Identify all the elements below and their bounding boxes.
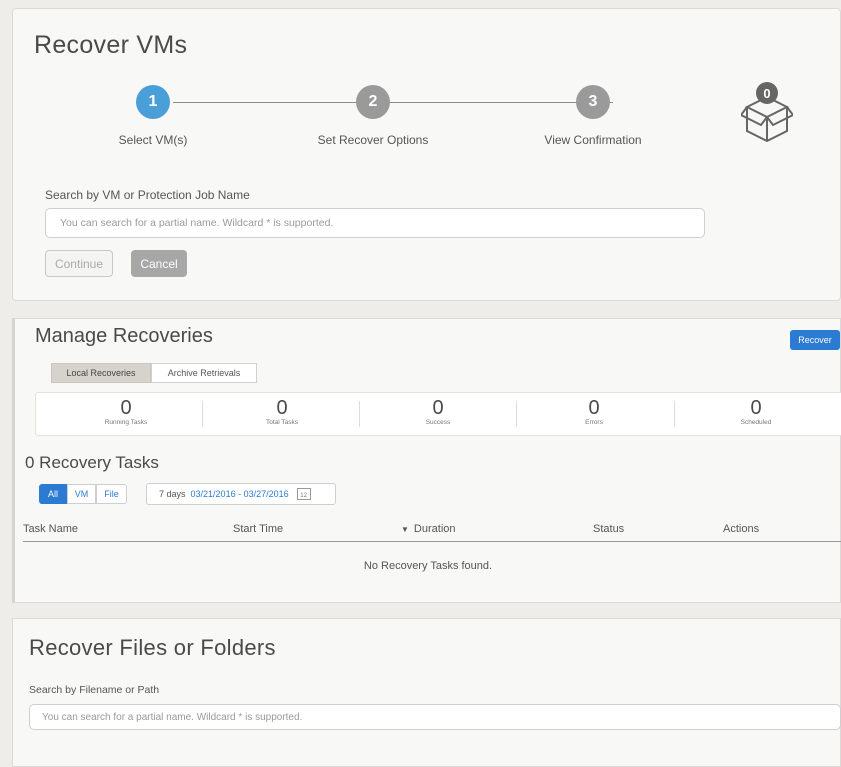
stat-scheduled: 0 Scheduled <box>740 397 772 426</box>
step-3-circle: 3 <box>576 85 610 119</box>
cancel-button[interactable]: Cancel <box>131 250 187 277</box>
stat-divider <box>359 401 360 427</box>
stat-errors: 0 Errors <box>585 397 603 426</box>
column-start-time[interactable]: Start Time <box>233 523 283 535</box>
search-files-input[interactable]: You can search for a partial name. Wildc… <box>29 704 841 730</box>
manage-recoveries-title: Manage Recoveries <box>35 325 213 347</box>
stat-divider <box>202 401 203 427</box>
stat-running-tasks: 0 Running Tasks <box>104 397 148 426</box>
recover-files-panel: Recover Files or Folders Search by Filen… <box>12 618 841 767</box>
step-3-label: View Confirmation <box>544 133 642 147</box>
filter-vm[interactable]: VM <box>67 484 96 504</box>
table-header-divider <box>23 541 841 542</box>
recovery-cart-icon[interactable]: 0 <box>739 79 795 151</box>
calendar-icon[interactable]: 12 <box>296 488 311 500</box>
column-duration[interactable]: ▼ Duration <box>401 523 456 535</box>
cart-count-badge: 0 <box>756 82 778 104</box>
search-vm-label: Search by VM or Protection Job Name <box>45 188 250 202</box>
date-range-value: 03/21/2016 - 03/27/2016 <box>190 489 289 499</box>
recovery-tasks-heading: 0 Recovery Tasks <box>25 453 159 472</box>
recover-vms-title: Recover VMs <box>34 31 188 59</box>
column-task-name[interactable]: Task Name <box>23 523 78 535</box>
column-actions: Actions <box>723 523 760 535</box>
filter-file[interactable]: File <box>96 484 127 504</box>
step-1-label: Select VM(s) <box>118 133 188 147</box>
date-range-days: 7 days <box>159 489 186 499</box>
recover-files-title: Recover Files or Folders <box>29 635 276 660</box>
continue-button[interactable]: Continue <box>45 250 113 277</box>
step-1-circle[interactable]: 1 <box>136 85 170 119</box>
filter-all[interactable]: All <box>39 484 67 504</box>
sort-desc-icon: ▼ <box>401 524 409 534</box>
empty-table-message: No Recovery Tasks found. <box>363 560 493 572</box>
stats-summary-bar: 0 Running Tasks 0 Total Tasks 0 Success … <box>35 392 841 436</box>
tab-local-recoveries[interactable]: Local Recoveries <box>51 363 151 383</box>
column-status[interactable]: Status <box>593 523 624 535</box>
step-2-circle: 2 <box>356 85 390 119</box>
stat-success: 0 Success <box>425 397 451 426</box>
date-range-picker[interactable]: 7 days 03/21/2016 - 03/27/2016 12 <box>146 483 336 505</box>
stat-total-tasks: 0 Total Tasks <box>265 397 299 426</box>
step-2-label: Set Recover Options <box>317 133 429 147</box>
manage-recoveries-panel: Manage Recoveries Recover Local Recoveri… <box>12 318 841 603</box>
recover-vms-panel: Recover VMs 1 2 3 Select VM(s) Set Recov… <box>12 8 841 301</box>
recover-button[interactable]: Recover <box>790 330 840 350</box>
tab-archive-retrievals[interactable]: Archive Retrievals <box>151 363 257 383</box>
stat-divider <box>674 401 675 427</box>
stat-divider <box>516 401 517 427</box>
search-files-label: Search by Filename or Path <box>29 684 160 696</box>
search-vm-input[interactable]: You can search for a partial name. Wildc… <box>45 208 705 238</box>
